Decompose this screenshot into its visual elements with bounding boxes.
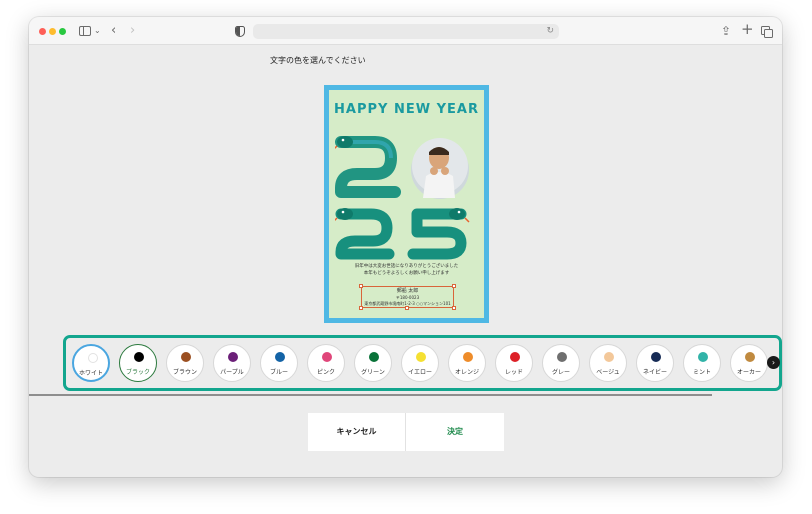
sender-text-box[interactable]: 郵船 太郎 〒180-0023 東京都武蔵野市境南町1-2-3 ○○マンション1… [359,284,456,310]
color-swatch[interactable]: ホワイト [72,344,110,382]
color-swatch[interactable]: グリーン [354,344,392,382]
color-dot [745,352,755,362]
tabs-icon[interactable] [761,26,773,38]
resize-handle[interactable] [452,284,456,288]
color-swatch[interactable]: ミント [683,344,721,382]
chevron-down-icon[interactable]: ⌄ [94,24,101,38]
color-swatch-label: ホワイト [78,370,103,377]
color-swatch-label: ブラウン [172,369,197,376]
color-swatch-label: オレンジ [454,369,479,376]
color-dot [651,352,661,362]
color-swatch-label: ベージュ [596,369,620,376]
color-swatch-label: レッド [504,369,523,376]
color-swatch-label: イエロー [408,369,432,376]
color-swatch-label: グリーン [361,369,385,376]
color-swatch-label: ネイビー [642,369,667,376]
resize-handle[interactable] [359,306,363,310]
year-2025-artwork [335,136,470,260]
color-dot [88,353,98,363]
color-dot [463,352,473,362]
card-message-line2: 本年もどうぞよろしくお願い申し上げます [363,271,450,276]
color-dot [698,352,708,362]
resize-handle[interactable] [405,306,409,310]
page-instruction: 文字の色を選んでください [270,56,366,65]
color-swatch[interactable]: ブルー [260,344,298,382]
color-swatch[interactable]: オーカー [730,344,768,382]
confirm-button[interactable]: 決定 [406,413,504,451]
color-dot [275,352,285,362]
minimize-window-button[interactable] [49,28,56,35]
color-dot [181,352,191,362]
color-dot [416,352,426,362]
new-year-card-preview: HAPPY NEW YEAR 旧年中は大変お世話になりありがとうございました 本… [324,85,489,323]
browser-window: ⌄ ‹ › ↻ ⇪ + 文字の色を選んでください HAPPY NEW YEAR [29,17,782,477]
horizontal-scrollbar[interactable] [29,394,712,396]
close-window-button[interactable] [39,28,46,35]
color-swatch[interactable]: オレンジ [448,344,486,382]
color-swatch-label: オーカー [736,369,761,376]
resize-handle[interactable] [359,284,363,288]
color-swatch[interactable]: レッド [495,344,533,382]
color-swatch-label: パープル [220,369,244,376]
card-title: HAPPY NEW YEAR [334,102,479,117]
card-message: 旧年中は大変お世話になりありがとうございました 本年もどうぞよろしくお願い申し上… [329,263,484,277]
color-swatch-label: ミント [692,369,711,376]
color-dot [510,352,520,362]
color-swatch[interactable]: グレー [542,344,580,382]
reload-icon[interactable]: ↻ [546,25,554,38]
color-swatch[interactable]: ベージュ [589,344,627,382]
color-swatch-label: ブルー [269,369,288,376]
share-icon[interactable]: ⇪ [721,24,731,38]
cancel-button[interactable]: キャンセル [308,413,406,451]
forward-icon[interactable]: › [130,24,135,38]
resize-handle[interactable] [452,306,456,310]
color-swatch[interactable]: ピンク [307,344,345,382]
sidebar-icon[interactable] [79,26,91,36]
color-swatch[interactable]: パープル [213,344,251,382]
chevron-right-icon[interactable]: › [767,356,780,369]
zoom-window-button[interactable] [59,28,66,35]
color-dot [322,352,332,362]
color-swatch-label: ピンク [316,369,335,376]
color-dot [557,352,567,362]
color-swatch[interactable]: ブラック [119,344,157,382]
color-swatch-label: ブラック [125,369,150,376]
shield-icon[interactable] [235,26,245,37]
new-tab-icon[interactable]: + [741,22,754,37]
back-icon[interactable]: ‹ [111,24,116,38]
color-swatch[interactable]: ネイビー [636,344,674,382]
address-bar[interactable]: ↻ [253,24,559,39]
color-dot [134,352,144,362]
color-swatch[interactable]: ブラウン [166,344,204,382]
browser-toolbar: ⌄ ‹ › ↻ ⇪ + [29,17,782,45]
card-message-line1: 旧年中は大変お世話になりありがとうございました [354,264,459,269]
color-dot [604,352,614,362]
color-dot [369,352,379,362]
color-swatch-label: グレー [551,369,570,376]
sender-name: 郵船 太郎 [396,288,419,294]
action-bar: キャンセル 決定 [308,413,504,451]
color-dot [228,352,238,362]
color-swatch[interactable]: イエロー [401,344,439,382]
